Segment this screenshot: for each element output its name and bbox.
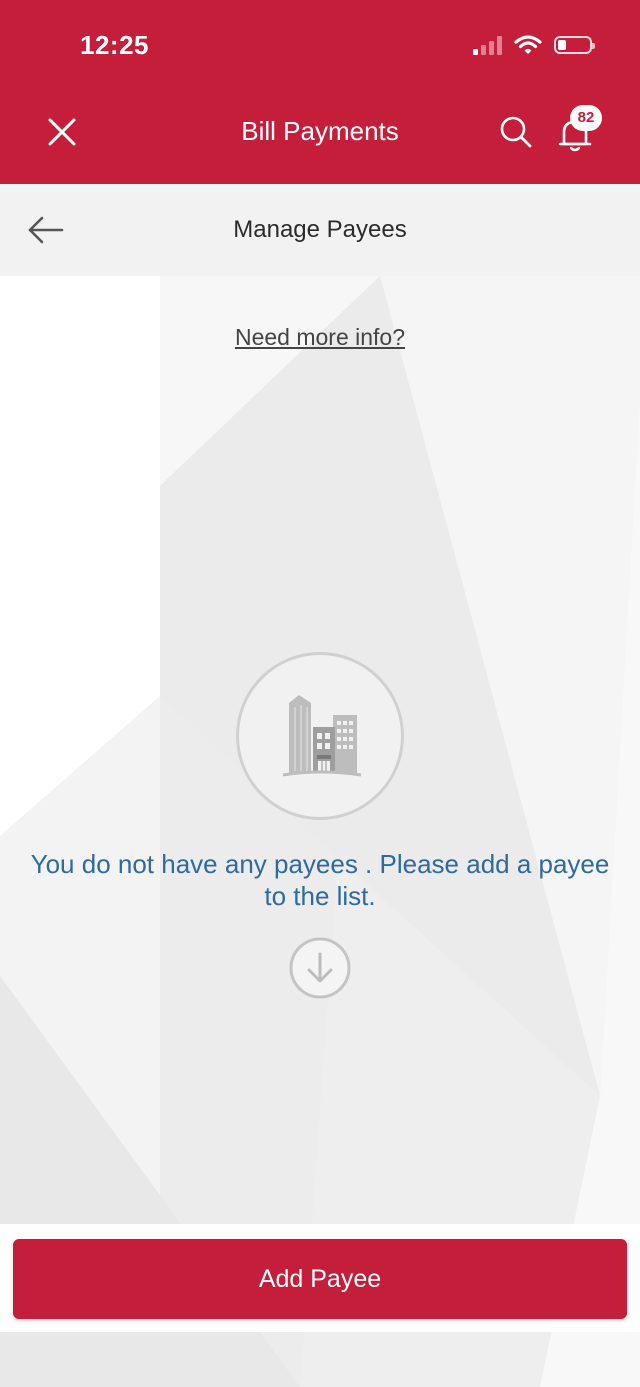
wifi-icon (514, 35, 542, 54)
app-header: 12:25 Bill Payments 82 (0, 0, 640, 184)
battery-icon (554, 36, 595, 54)
status-icons (473, 34, 595, 56)
content-area: Need more info? You do not have any paye… (0, 276, 640, 1387)
need-more-info-link[interactable]: Need more info? (0, 324, 640, 351)
cellular-signal-icon (473, 35, 502, 55)
notification-badge: 82 (570, 105, 602, 131)
arrow-down-circle-icon[interactable] (288, 936, 352, 1000)
empty-state-message: You do not have any payees . Please add … (30, 849, 610, 911)
page-title: Bill Payments (241, 116, 399, 146)
status-time: 12:25 (80, 30, 149, 60)
buildings-icon (282, 695, 362, 777)
background-pattern (0, 276, 640, 1387)
add-payee-button[interactable]: Add Payee (13, 1239, 627, 1319)
empty-state-illustration (236, 652, 404, 820)
subheader: Manage Payees (0, 184, 640, 276)
section-title: Manage Payees (233, 216, 407, 243)
search-icon[interactable] (496, 112, 536, 152)
